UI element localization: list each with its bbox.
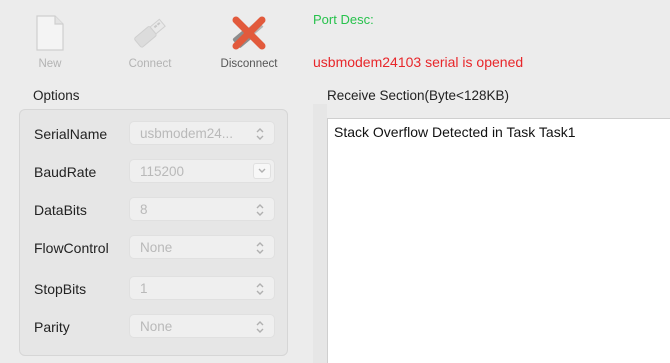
- disconnect-button-label: Disconnect: [220, 58, 278, 70]
- options-panel: SerialName usbmodem24... BaudRate 115200…: [19, 109, 288, 356]
- baudrate-combobox[interactable]: 115200: [129, 159, 275, 183]
- chevron-updown-icon: [256, 204, 264, 216]
- chevron-updown-icon: [256, 321, 264, 333]
- chevron-down-icon[interactable]: [253, 163, 271, 179]
- option-label: BaudRate: [34, 164, 97, 180]
- usb-plug-icon: [110, 10, 190, 56]
- port-description: Port Desc:: [313, 12, 374, 27]
- disconnect-button[interactable]: Disconnect: [209, 10, 289, 70]
- databits-select[interactable]: 8: [129, 197, 275, 221]
- option-label: SerialName: [34, 126, 108, 142]
- option-value: 115200: [140, 164, 185, 179]
- option-value: 1: [140, 281, 148, 296]
- option-label: StopBits: [34, 281, 87, 297]
- port-status-message: usbmodem24103 serial is opened: [313, 54, 524, 70]
- option-value: None: [140, 240, 173, 255]
- new-button[interactable]: New: [10, 10, 90, 70]
- option-label: DataBits: [34, 202, 87, 218]
- receive-panel-background: [313, 104, 327, 363]
- option-row-stopbits: StopBits 1: [20, 276, 287, 302]
- option-row-flowcontrol: FlowControl None: [20, 235, 287, 261]
- option-row-databits: DataBits 8: [20, 197, 287, 223]
- receive-content: Stack Overflow Detected in Task Task1: [334, 124, 576, 140]
- new-button-label: New: [38, 58, 62, 70]
- connect-button-label: Connect: [128, 58, 172, 70]
- receive-textarea[interactable]: Stack Overflow Detected in Task Task1: [327, 118, 670, 363]
- disconnect-usb-icon: [209, 10, 289, 56]
- connect-button[interactable]: Connect: [110, 10, 190, 70]
- chevron-updown-icon: [256, 128, 264, 140]
- option-value: None: [140, 319, 173, 334]
- option-row-parity: Parity None: [20, 314, 287, 340]
- option-row-baudrate: BaudRate 115200: [20, 159, 287, 185]
- flowcontrol-select[interactable]: None: [129, 235, 275, 259]
- options-title: Options: [33, 88, 80, 103]
- parity-select[interactable]: None: [129, 314, 275, 338]
- option-value: 8: [140, 202, 148, 217]
- option-label: Parity: [34, 319, 70, 335]
- option-row-serialname: SerialName usbmodem24...: [20, 121, 287, 147]
- chevron-updown-icon: [256, 242, 264, 254]
- new-document-icon: [10, 10, 90, 56]
- serialname-select[interactable]: usbmodem24...: [129, 121, 275, 145]
- chevron-updown-icon: [256, 283, 264, 295]
- option-label: FlowControl: [34, 240, 109, 256]
- receive-section-title: Receive Section(Byte<128KB): [327, 88, 509, 103]
- stopbits-select[interactable]: 1: [129, 276, 275, 300]
- option-value: usbmodem24...: [140, 126, 234, 141]
